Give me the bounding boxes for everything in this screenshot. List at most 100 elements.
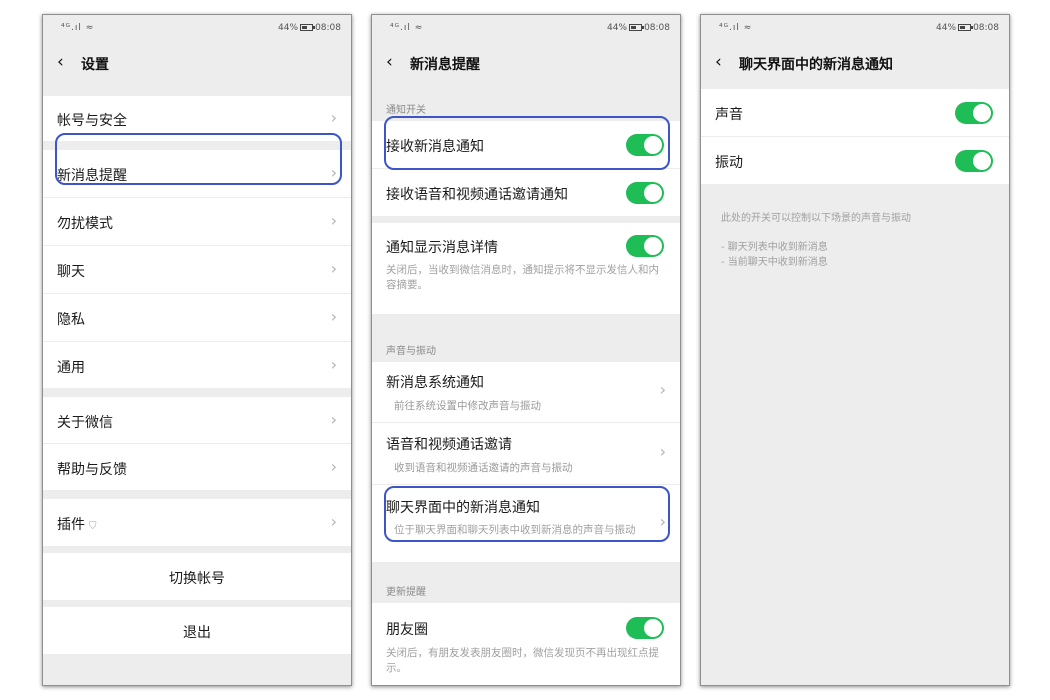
logout-button[interactable]: 退出 — [43, 607, 351, 655]
menu-item-label: 聊天 — [57, 264, 85, 280]
call-invite-sound-row[interactable]: 语音和视频通话邀请 收到语音和视频通话邀请的声音与振动 › — [372, 423, 680, 485]
battery-percent: 44% — [607, 23, 628, 33]
logout-label: 退出 — [183, 625, 211, 641]
setting-label: 通知显示消息详情 — [386, 240, 498, 256]
scenario-item: - 聊天列表中收到新消息 — [721, 242, 828, 253]
setting-label: 声音 — [715, 107, 743, 123]
page-title: 设置 — [81, 57, 109, 73]
chevron-right-icon: › — [659, 442, 666, 461]
receive-call-invite-toggle[interactable] — [626, 182, 664, 204]
section-header: 声音与振动 — [386, 346, 436, 357]
menu-item-about[interactable]: 关于微信 › — [43, 397, 351, 444]
setting-subtitle: 前往系统设置中修改声音与振动 — [394, 400, 541, 412]
title-bar: ‹ 聊天界面中的新消息通知 — [701, 45, 1009, 81]
battery-icon — [629, 24, 645, 31]
chevron-right-icon: › — [330, 457, 337, 476]
show-detail-row: 通知显示消息详情 关闭后，当收到微信消息时，通知提示将不显示发信人和内容摘要。 — [372, 223, 680, 315]
setting-description: 关闭后，有朋友发表朋友圈时，微信发现页不再出现红点提示。 — [386, 647, 659, 674]
clock: 08:08 — [315, 23, 341, 33]
menu-item-help-feedback[interactable]: 帮助与反馈 › — [43, 444, 351, 491]
switch-account-label: 切换帐号 — [169, 571, 225, 587]
sound-toggle[interactable] — [955, 102, 993, 124]
menu-item-account-security[interactable]: 帐号与安全 › — [43, 96, 351, 142]
back-chevron-icon[interactable]: ‹ — [386, 52, 393, 72]
back-chevron-icon[interactable]: ‹ — [715, 52, 722, 72]
status-right: 44% 08:08 — [607, 23, 670, 33]
clock: 08:08 — [644, 23, 670, 33]
chevron-right-icon: › — [659, 512, 666, 531]
battery-icon — [300, 24, 316, 31]
status-bar: ⁴ᴳ.ıl ≈ 44% 08:08 — [43, 15, 351, 41]
menu-item-label: 帮助与反馈 — [57, 462, 127, 478]
section-header: 更新提醒 — [386, 587, 426, 598]
new-message-alerts-screen: ⁴ᴳ.ıl ≈ 44% 08:08 ‹ 新消息提醒 通知开关 接收新消息通知 接收… — [371, 14, 681, 686]
menu-item-label: 隐私 — [57, 312, 85, 328]
chevron-right-icon: › — [330, 211, 337, 230]
section-header: 通知开关 — [386, 105, 426, 116]
moments-toggle[interactable] — [626, 617, 664, 639]
setting-description: 关闭后，当收到微信消息时，通知提示将不显示发信人和内容摘要。 — [386, 264, 659, 291]
switch-account-button[interactable]: 切换帐号 — [43, 553, 351, 601]
title-bar: ‹ 设置 — [43, 45, 351, 81]
chevron-right-icon: › — [330, 512, 337, 531]
setting-subtitle: 位于聊天界面和聊天列表中收到新消息的声音与振动 — [394, 524, 636, 536]
setting-label: 接收新消息通知 — [386, 139, 484, 155]
status-right: 44% 08:08 — [278, 23, 341, 33]
system-notification-row[interactable]: 新消息系统通知 前往系统设置中修改声音与振动 › — [372, 362, 680, 423]
receive-new-message-toggle[interactable] — [626, 134, 664, 156]
menu-item-privacy[interactable]: 隐私 › — [43, 294, 351, 342]
plugin-label: 插件 — [57, 517, 85, 533]
vibrate-toggle[interactable] — [955, 150, 993, 172]
status-right: 44% 08:08 — [936, 23, 999, 33]
setting-subtitle: 收到语音和视频通话邀请的声音与振动 — [394, 462, 573, 474]
sound-row: 声音 — [701, 89, 1009, 137]
setting-label: 聊天界面中的新消息通知 — [386, 500, 540, 516]
receive-new-message-row: 接收新消息通知 — [372, 121, 680, 169]
explanation-text: 此处的开关可以控制以下场景的声音与振动 — [721, 213, 911, 224]
scenario-item: - 当前聊天中收到新消息 — [721, 257, 828, 268]
menu-item-general[interactable]: 通用 › — [43, 342, 351, 389]
chevron-right-icon: › — [330, 259, 337, 278]
signal-icon: ⁴ᴳ.ıl ≈ — [719, 23, 753, 33]
receive-call-invite-row: 接收语音和视频通话邀请通知 — [372, 169, 680, 217]
chevron-right-icon: › — [330, 355, 337, 374]
title-bar: ‹ 新消息提醒 — [372, 45, 680, 81]
battery-icon — [958, 24, 974, 31]
menu-item-label: 关于微信 — [57, 415, 113, 431]
back-chevron-icon[interactable]: ‹ — [57, 52, 64, 72]
chat-notification-screen: ⁴ᴳ.ıl ≈ 44% 08:08 ‹ 聊天界面中的新消息通知 声音 振动 此处的… — [700, 14, 1010, 686]
menu-item-new-message-alerts[interactable]: 新消息提醒 › — [43, 150, 351, 198]
signal-icon: ⁴ᴳ.ıl ≈ — [390, 23, 424, 33]
chat-new-message-notify-row[interactable]: 聊天界面中的新消息通知 位于聊天界面和聊天列表中收到新消息的声音与振动 › — [372, 485, 680, 563]
page-title: 新消息提醒 — [410, 57, 480, 73]
clock: 08:08 — [973, 23, 999, 33]
battery-percent: 44% — [936, 23, 957, 33]
setting-label: 新消息系统通知 — [386, 375, 484, 391]
status-bar: ⁴ᴳ.ıl ≈ 44% 08:08 — [701, 15, 1009, 41]
battery-percent: 44% — [278, 23, 299, 33]
signal-icon: ⁴ᴳ.ıl ≈ — [61, 23, 95, 33]
show-detail-toggle[interactable] — [626, 235, 664, 257]
page-title: 聊天界面中的新消息通知 — [739, 57, 893, 73]
setting-label: 朋友圈 — [386, 622, 428, 638]
chevron-right-icon: › — [330, 108, 337, 127]
moments-row: 朋友圈 关闭后，有朋友发表朋友圈时，微信发现页不再出现红点提示。 — [372, 603, 680, 685]
menu-item-do-not-disturb[interactable]: 勿扰模式 › — [43, 198, 351, 246]
setting-label: 语音和视频通话邀请 — [386, 437, 512, 453]
menu-item-plugins[interactable]: 插件 ⛉ › — [43, 499, 351, 547]
menu-item-label: 通用 — [57, 360, 85, 376]
vibrate-row: 振动 — [701, 137, 1009, 185]
menu-item-label: 新消息提醒 — [57, 168, 127, 184]
chevron-right-icon: › — [330, 163, 337, 182]
chevron-right-icon: › — [330, 410, 337, 429]
shield-icon: ⛉ — [89, 521, 97, 532]
menu-item-label: 插件 ⛉ — [57, 514, 97, 534]
setting-label: 振动 — [715, 155, 743, 171]
menu-item-label: 勿扰模式 — [57, 216, 113, 232]
chevron-right-icon: › — [659, 380, 666, 399]
status-bar: ⁴ᴳ.ıl ≈ 44% 08:08 — [372, 15, 680, 41]
settings-screen: ⁴ᴳ.ıl ≈ 44% 08:08 ‹ 设置 帐号与安全 › 新消息提醒 › 勿扰… — [42, 14, 352, 686]
menu-item-chat[interactable]: 聊天 › — [43, 246, 351, 294]
setting-label: 接收语音和视频通话邀请通知 — [386, 187, 568, 203]
menu-item-label: 帐号与安全 — [57, 113, 127, 129]
